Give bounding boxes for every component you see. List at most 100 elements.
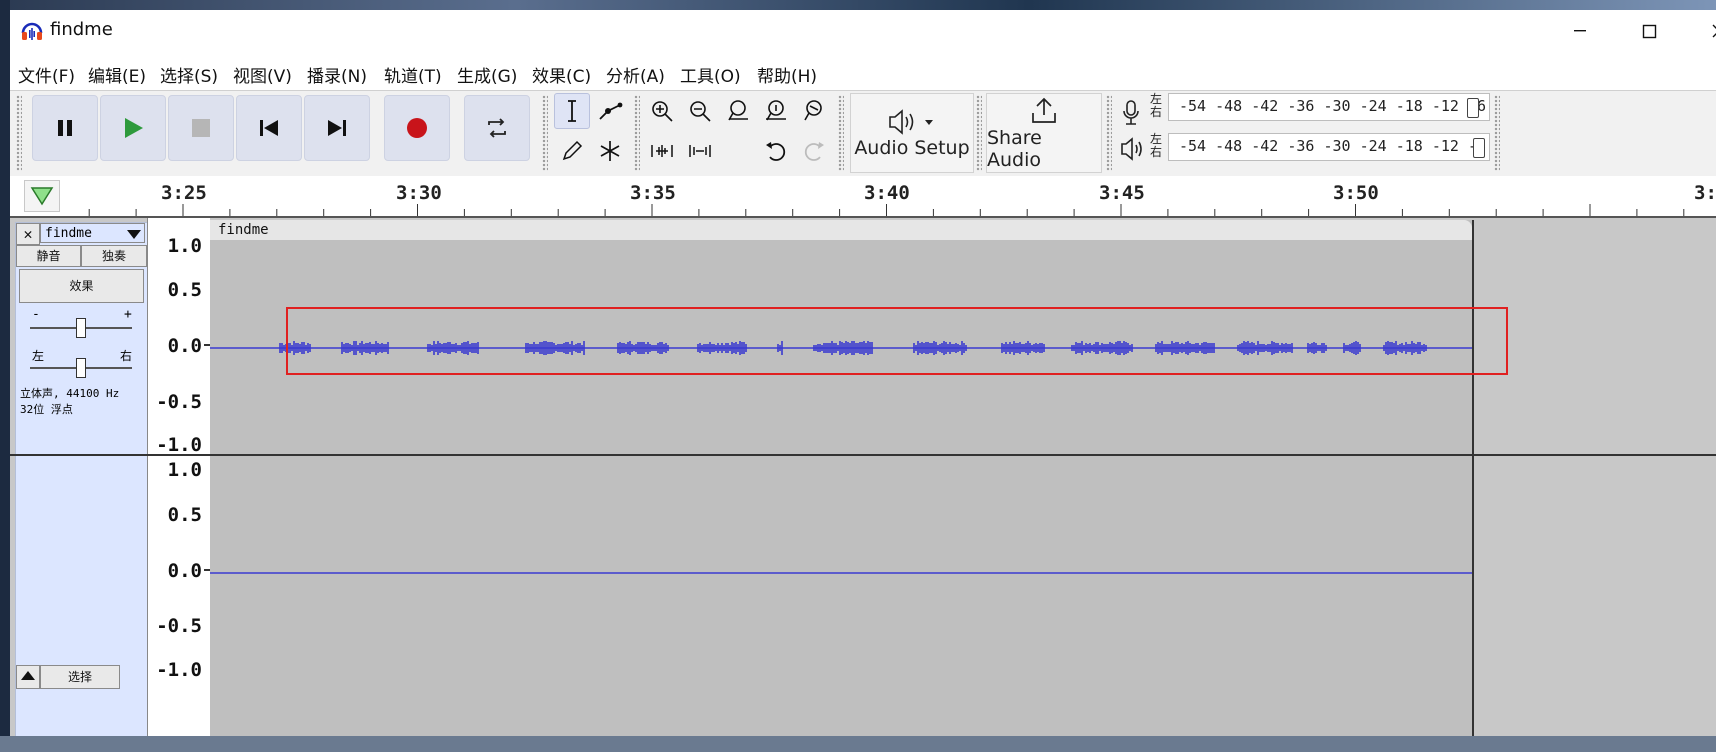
zoom-fit-icon (766, 100, 786, 121)
pause-button[interactable] (32, 95, 98, 161)
track-format-bits: 32位 浮点 (20, 403, 73, 416)
play-button[interactable] (100, 95, 166, 161)
scale-label: 0.5 (167, 504, 202, 526)
menu-select[interactable]: 选择(S) (160, 62, 218, 87)
menu-view[interactable]: 视图(V) (233, 62, 292, 87)
undo-button[interactable] (758, 133, 794, 169)
track-format-info: 立体声, 44100 Hz 32位 浮点 (20, 386, 119, 418)
scale-label: -0.5 (156, 615, 202, 637)
scale-label: 0.0 (167, 335, 202, 357)
zoom-in-icon (652, 101, 673, 122)
menu-edit[interactable]: 编辑(E) (88, 62, 146, 87)
collapse-track-button[interactable] (16, 665, 40, 689)
track-control-panel: ✕ findme 静音 独奏 效果 - + 左 右 立体声, 44100 Hz … (15, 222, 148, 736)
mute-button[interactable]: 静音 (16, 245, 81, 267)
toolbar-grip[interactable] (542, 95, 548, 171)
record-icon (407, 118, 427, 138)
toolbar-grip[interactable] (976, 95, 982, 171)
stop-icon (192, 119, 210, 137)
microphone-icon[interactable] (1120, 99, 1142, 127)
pan-right-label: 右 (120, 349, 133, 363)
title-bar: findme (10, 10, 1716, 52)
playback-meter[interactable]: -54 -48 -42 -36 -30 -24 -18 -12 -6 (1168, 133, 1490, 161)
pan-slider-thumb[interactable] (76, 358, 86, 378)
fit-selection-button[interactable] (720, 93, 756, 129)
minimize-button[interactable] (1545, 10, 1613, 52)
menu-tools[interactable]: 工具(O) (680, 62, 741, 87)
asterisk-icon (600, 141, 620, 161)
timeline-ruler[interactable]: 3:25 3:30 3:35 3:40 3:45 3:50 3: (10, 176, 1716, 218)
toolbar-grip[interactable] (1494, 95, 1500, 171)
draw-tool-button[interactable] (554, 133, 590, 169)
maximize-button[interactable] (1615, 10, 1683, 52)
stop-button[interactable] (168, 95, 234, 161)
zoom-in-button[interactable] (644, 93, 680, 129)
toolbar-grip[interactable] (838, 95, 844, 171)
audio-setup-button[interactable]: Audio Setup (850, 93, 974, 173)
skip-to-start-button[interactable] (236, 95, 302, 161)
track-name-dropdown[interactable]: findme (40, 223, 145, 243)
share-audio-label: Share Audio (987, 127, 1042, 171)
record-meter-scale: -54 -48 -42 -36 -30 -24 -18 -12 -6 (1179, 97, 1487, 115)
menu-tracks[interactable]: 轨道(T) (384, 62, 442, 87)
waveform-display[interactable] (210, 220, 1472, 736)
record-meter[interactable]: -54 -48 -42 -36 -30 -24 -18 -12 -6 (1168, 93, 1490, 121)
silence-audio-button[interactable] (682, 133, 718, 169)
toolbar-grip[interactable] (634, 95, 640, 171)
scale-label: -1.0 (156, 659, 202, 681)
scale-label: 0.0 (167, 560, 202, 582)
collapse-arrow-icon (21, 671, 35, 680)
trim-icon (651, 145, 673, 157)
speaker-icon[interactable] (1118, 135, 1146, 163)
menu-generate[interactable]: 生成(G) (457, 62, 517, 87)
close-icon (1712, 24, 1716, 38)
envelope-icon (599, 102, 623, 120)
envelope-tool-button[interactable] (592, 93, 628, 129)
channel-divider (10, 454, 1716, 456)
scale-label: 1.0 (167, 235, 202, 257)
record-volume-slider-thumb[interactable] (1467, 98, 1479, 118)
desktop-background (0, 0, 1716, 10)
redo-button[interactable] (796, 133, 832, 169)
silence-icon (689, 145, 711, 157)
share-audio-button[interactable]: Share Audio (986, 93, 1102, 173)
track-close-button[interactable]: ✕ (16, 223, 40, 245)
selection-tool-button[interactable] (554, 93, 590, 129)
skip-to-end-button[interactable] (304, 95, 370, 161)
gain-slider-thumb[interactable] (76, 318, 86, 338)
toolbar-grip[interactable] (16, 95, 22, 171)
skip-to-start-icon (260, 120, 278, 136)
select-track-button[interactable]: 选择 (40, 665, 120, 689)
skip-to-end-icon (328, 120, 346, 136)
toolbar-grip[interactable] (1106, 95, 1112, 171)
window-title: findme (50, 19, 113, 40)
solo-button[interactable]: 独奏 (81, 245, 147, 267)
fit-project-button[interactable] (758, 93, 794, 129)
playback-volume-slider-thumb[interactable] (1473, 138, 1485, 158)
scale-label: -1.0 (156, 434, 202, 456)
playback-meter-scale: -54 -48 -42 -36 -30 -24 -18 -12 -6 (1179, 137, 1487, 155)
menu-effect[interactable]: 效果(C) (532, 62, 591, 87)
record-button[interactable] (384, 95, 450, 161)
zoom-toggle-button[interactable] (796, 93, 832, 129)
gain-plus-label: + (124, 307, 132, 322)
gain-minus-label: - (32, 307, 40, 322)
share-upload-icon (1032, 97, 1056, 123)
menu-analyze[interactable]: 分析(A) (606, 62, 665, 87)
menu-bar: 文件(F) 编辑(E) 选择(S) 视图(V) 播录(N) 轨道(T) 生成(G… (10, 52, 1716, 90)
redo-icon (804, 142, 824, 161)
close-button[interactable] (1685, 10, 1716, 52)
zoom-out-button[interactable] (682, 93, 718, 129)
vertical-scale[interactable]: 1.0 0.5 0.0 -0.5 -1.0 1.0 0.5 0.0 -0.5 -… (147, 218, 210, 736)
undo-icon (766, 142, 786, 161)
menu-file[interactable]: 文件(F) (18, 62, 75, 87)
menu-record[interactable]: 播录(N) (307, 62, 367, 87)
scale-label: 0.5 (167, 279, 202, 301)
minimize-icon (1574, 30, 1586, 32)
trim-audio-button[interactable] (644, 133, 680, 169)
loop-button[interactable] (464, 95, 530, 161)
menu-help[interactable]: 帮助(H) (757, 62, 817, 87)
multi-tool-button[interactable] (592, 133, 628, 169)
effects-button[interactable]: 效果 (19, 269, 144, 303)
audio-clip[interactable]: findme (210, 220, 1474, 736)
